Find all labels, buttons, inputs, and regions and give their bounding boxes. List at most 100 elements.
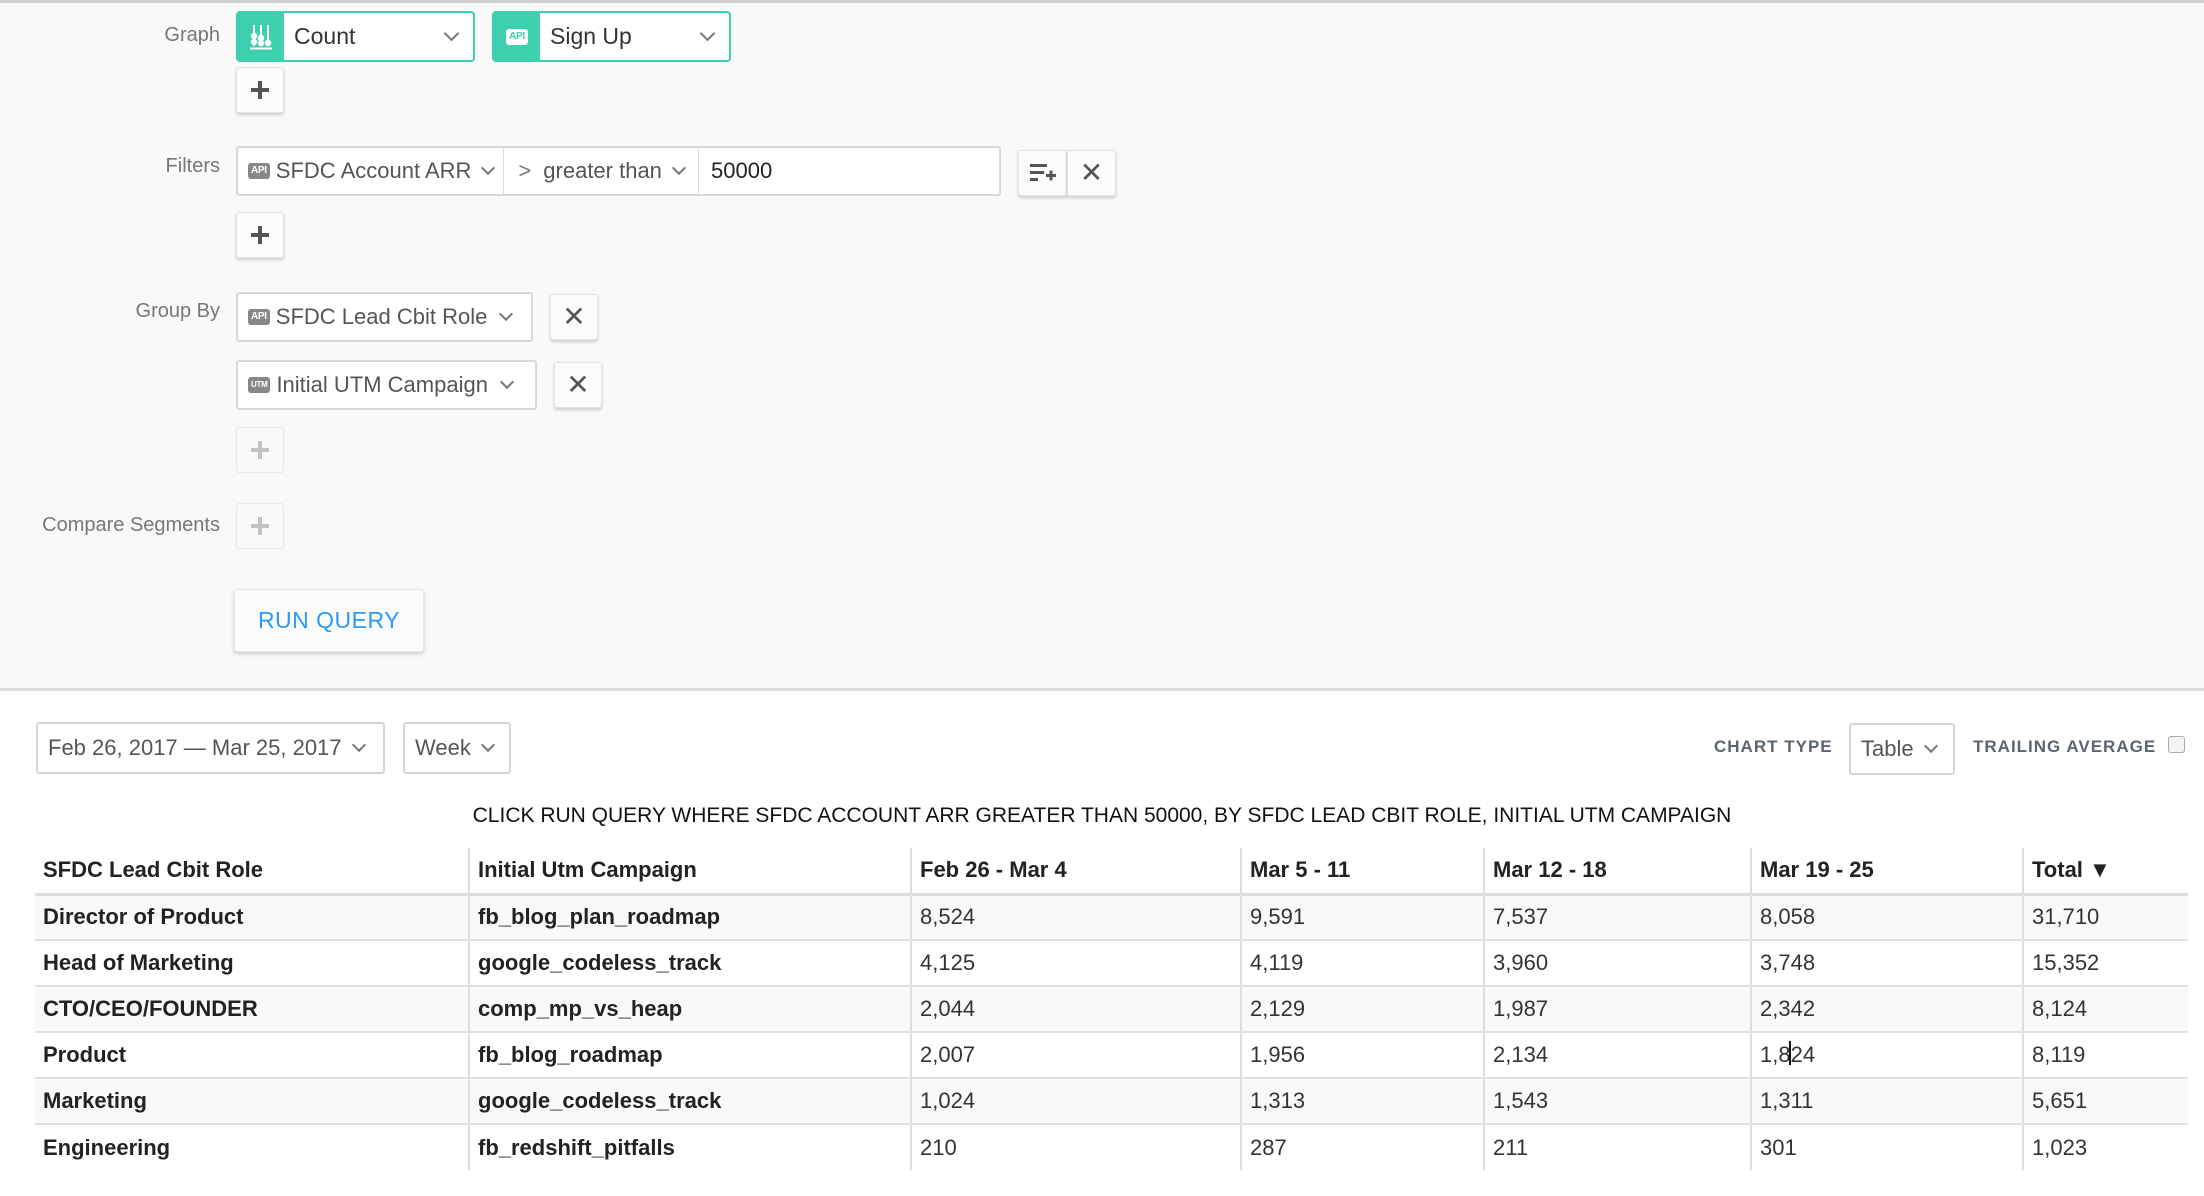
filter-row: API SFDC Account ARR > greater than [236,146,1001,196]
close-icon: ✕ [566,368,590,401]
cell-campaign: google_codeless_track [468,940,911,987]
cell-campaign: fb_redshift_pitfalls [468,1124,911,1170]
filter-property-value: SFDC Account ARR [275,158,472,183]
cell-count: 301 [1750,1124,2023,1170]
chevron-down-icon [699,25,716,42]
api-icon: API [248,309,270,325]
plus-icon [251,226,269,244]
api-icon: API [494,13,540,60]
add-compare-segment-button[interactable] [236,503,284,549]
filter-value-input[interactable] [699,148,999,194]
add-group-by-button[interactable] [236,427,284,473]
chevron-down-icon [499,306,514,322]
filter-operator-select[interactable]: > greater than [504,148,699,194]
trailing-average-label: TRAILING AVERAGE [1973,737,2157,756]
cell-count: 1,824 [1750,1032,2023,1079]
cell-count: 1,987 [1483,986,1751,1033]
chart-type-select[interactable]: Table [1849,723,1955,775]
cell-total: 15,352 [2022,940,2188,987]
graph-label: Graph [164,24,220,46]
cell-count: 1,956 [1240,1032,1484,1079]
add-filter-button[interactable] [236,212,284,258]
interval-value: Week [415,735,471,760]
remove-group-by-2-button[interactable]: ✕ [554,362,602,408]
group-by-label: Group By [135,300,220,322]
date-range-value: Feb 26, 2017 — Mar 25, 2017 [48,735,342,760]
cell-count: 2,342 [1750,986,2023,1033]
cell-count: 2,007 [910,1032,1241,1079]
run-query-button[interactable]: RUN QUERY [234,589,424,652]
chevron-down-icon [443,25,460,42]
chevron-down-icon [481,160,496,176]
add-filter-clause-button[interactable] [1018,150,1067,196]
cell-count: 4,119 [1240,940,1484,987]
chevron-down-icon [351,737,366,753]
cell-count: 9,591 [1240,894,1484,941]
cell-count: 1,311 [1750,1078,2023,1125]
cell-count: 7,537 [1483,894,1751,941]
utm-icon: UTM [248,377,271,393]
table-row: Director of Product fb_blog_plan_roadmap 8… [35,894,2188,941]
plus-icon [251,441,269,459]
group-by-select-1[interactable]: API SFDC Lead Cbit Role [236,292,533,342]
remove-group-by-1-button[interactable]: ✕ [550,294,598,340]
group-by-value-1: SFDC Lead Cbit Role [275,304,488,329]
column-header-week-3[interactable]: Mar 12 - 18 [1483,848,1751,896]
cell-campaign: comp_mp_vs_heap [468,986,911,1033]
plus-icon [251,81,269,99]
cell-role: Marketing [35,1078,469,1125]
plus-icon [251,517,269,535]
add-graph-button[interactable] [236,67,284,113]
list-add-icon [1029,164,1056,181]
panel-divider [0,688,2204,691]
abacus-icon [238,13,284,60]
interval-select[interactable]: Week [403,722,511,774]
column-header-week-1[interactable]: Feb 26 - Mar 4 [910,848,1241,896]
metric-value: Count [294,23,356,49]
close-icon: ✕ [562,300,586,333]
cell-role: Head of Marketing [35,940,469,987]
cell-total: 8,124 [2022,986,2188,1033]
event-select[interactable]: API Sign Up [492,11,731,62]
filter-operator-value: greater than [543,158,662,183]
query-builder-panel: Graph Count API Sign Up Filters API SFDC [0,0,2204,688]
cell-count: 8,524 [910,894,1241,941]
column-header-campaign[interactable]: Initial Utm Campaign [468,848,911,896]
text-cursor [1789,1041,1791,1065]
cell-total: 8,119 [2022,1032,2188,1079]
query-description: CLICK RUN QUERY WHERE SFDC ACCOUNT ARR G… [472,804,1732,827]
chevron-down-icon [1923,738,1938,754]
chevron-down-icon [480,737,495,753]
chevron-down-icon [671,160,686,176]
cell-campaign: fb_blog_plan_roadmap [468,894,911,941]
group-by-select-2[interactable]: UTM Initial UTM Campaign [236,360,537,410]
cell-total: 1,023 [2022,1124,2188,1170]
cell-role: Product [35,1032,469,1079]
column-header-week-4[interactable]: Mar 19 - 25 [1750,848,2023,896]
chevron-down-icon [499,374,515,390]
trailing-average-checkbox[interactable] [2168,736,2185,753]
cell-role: Engineering [43,1134,171,1160]
cell-campaign: google_codeless_track [468,1078,911,1125]
cell-total: 5,651 [2022,1078,2188,1125]
cell-count: 210 [910,1124,1241,1170]
cell-campaign: fb_blog_roadmap [468,1032,911,1079]
date-range-select[interactable]: Feb 26, 2017 — Mar 25, 2017 [36,722,385,774]
chart-type-value: Table [1861,736,1914,761]
table-row: Product fb_blog_roadmap 2,007 1,956 2,134 1,8… [35,1032,2188,1079]
column-header-total[interactable]: Total ▼ [2022,848,2188,896]
cell-count: 1,024 [910,1078,1241,1125]
column-header-role[interactable]: SFDC Lead Cbit Role [35,848,469,896]
remove-filter-button[interactable]: ✕ [1067,150,1116,196]
cell-count: 211 [1483,1124,1751,1170]
api-icon: API [248,163,270,179]
filters-label: Filters [165,155,220,177]
compare-segments-label: Compare Segments [42,514,220,536]
table-row: CTO/CEO/FOUNDER comp_mp_vs_heap 2,044 2,129… [35,986,2188,1033]
cell-count: 287 [1240,1124,1484,1170]
event-value: Sign Up [550,23,632,49]
filter-property-select[interactable]: API SFDC Account ARR [238,148,505,194]
column-header-week-2[interactable]: Mar 5 - 11 [1240,848,1484,896]
cell-count: 1,543 [1483,1078,1751,1125]
metric-select[interactable]: Count [236,11,475,62]
